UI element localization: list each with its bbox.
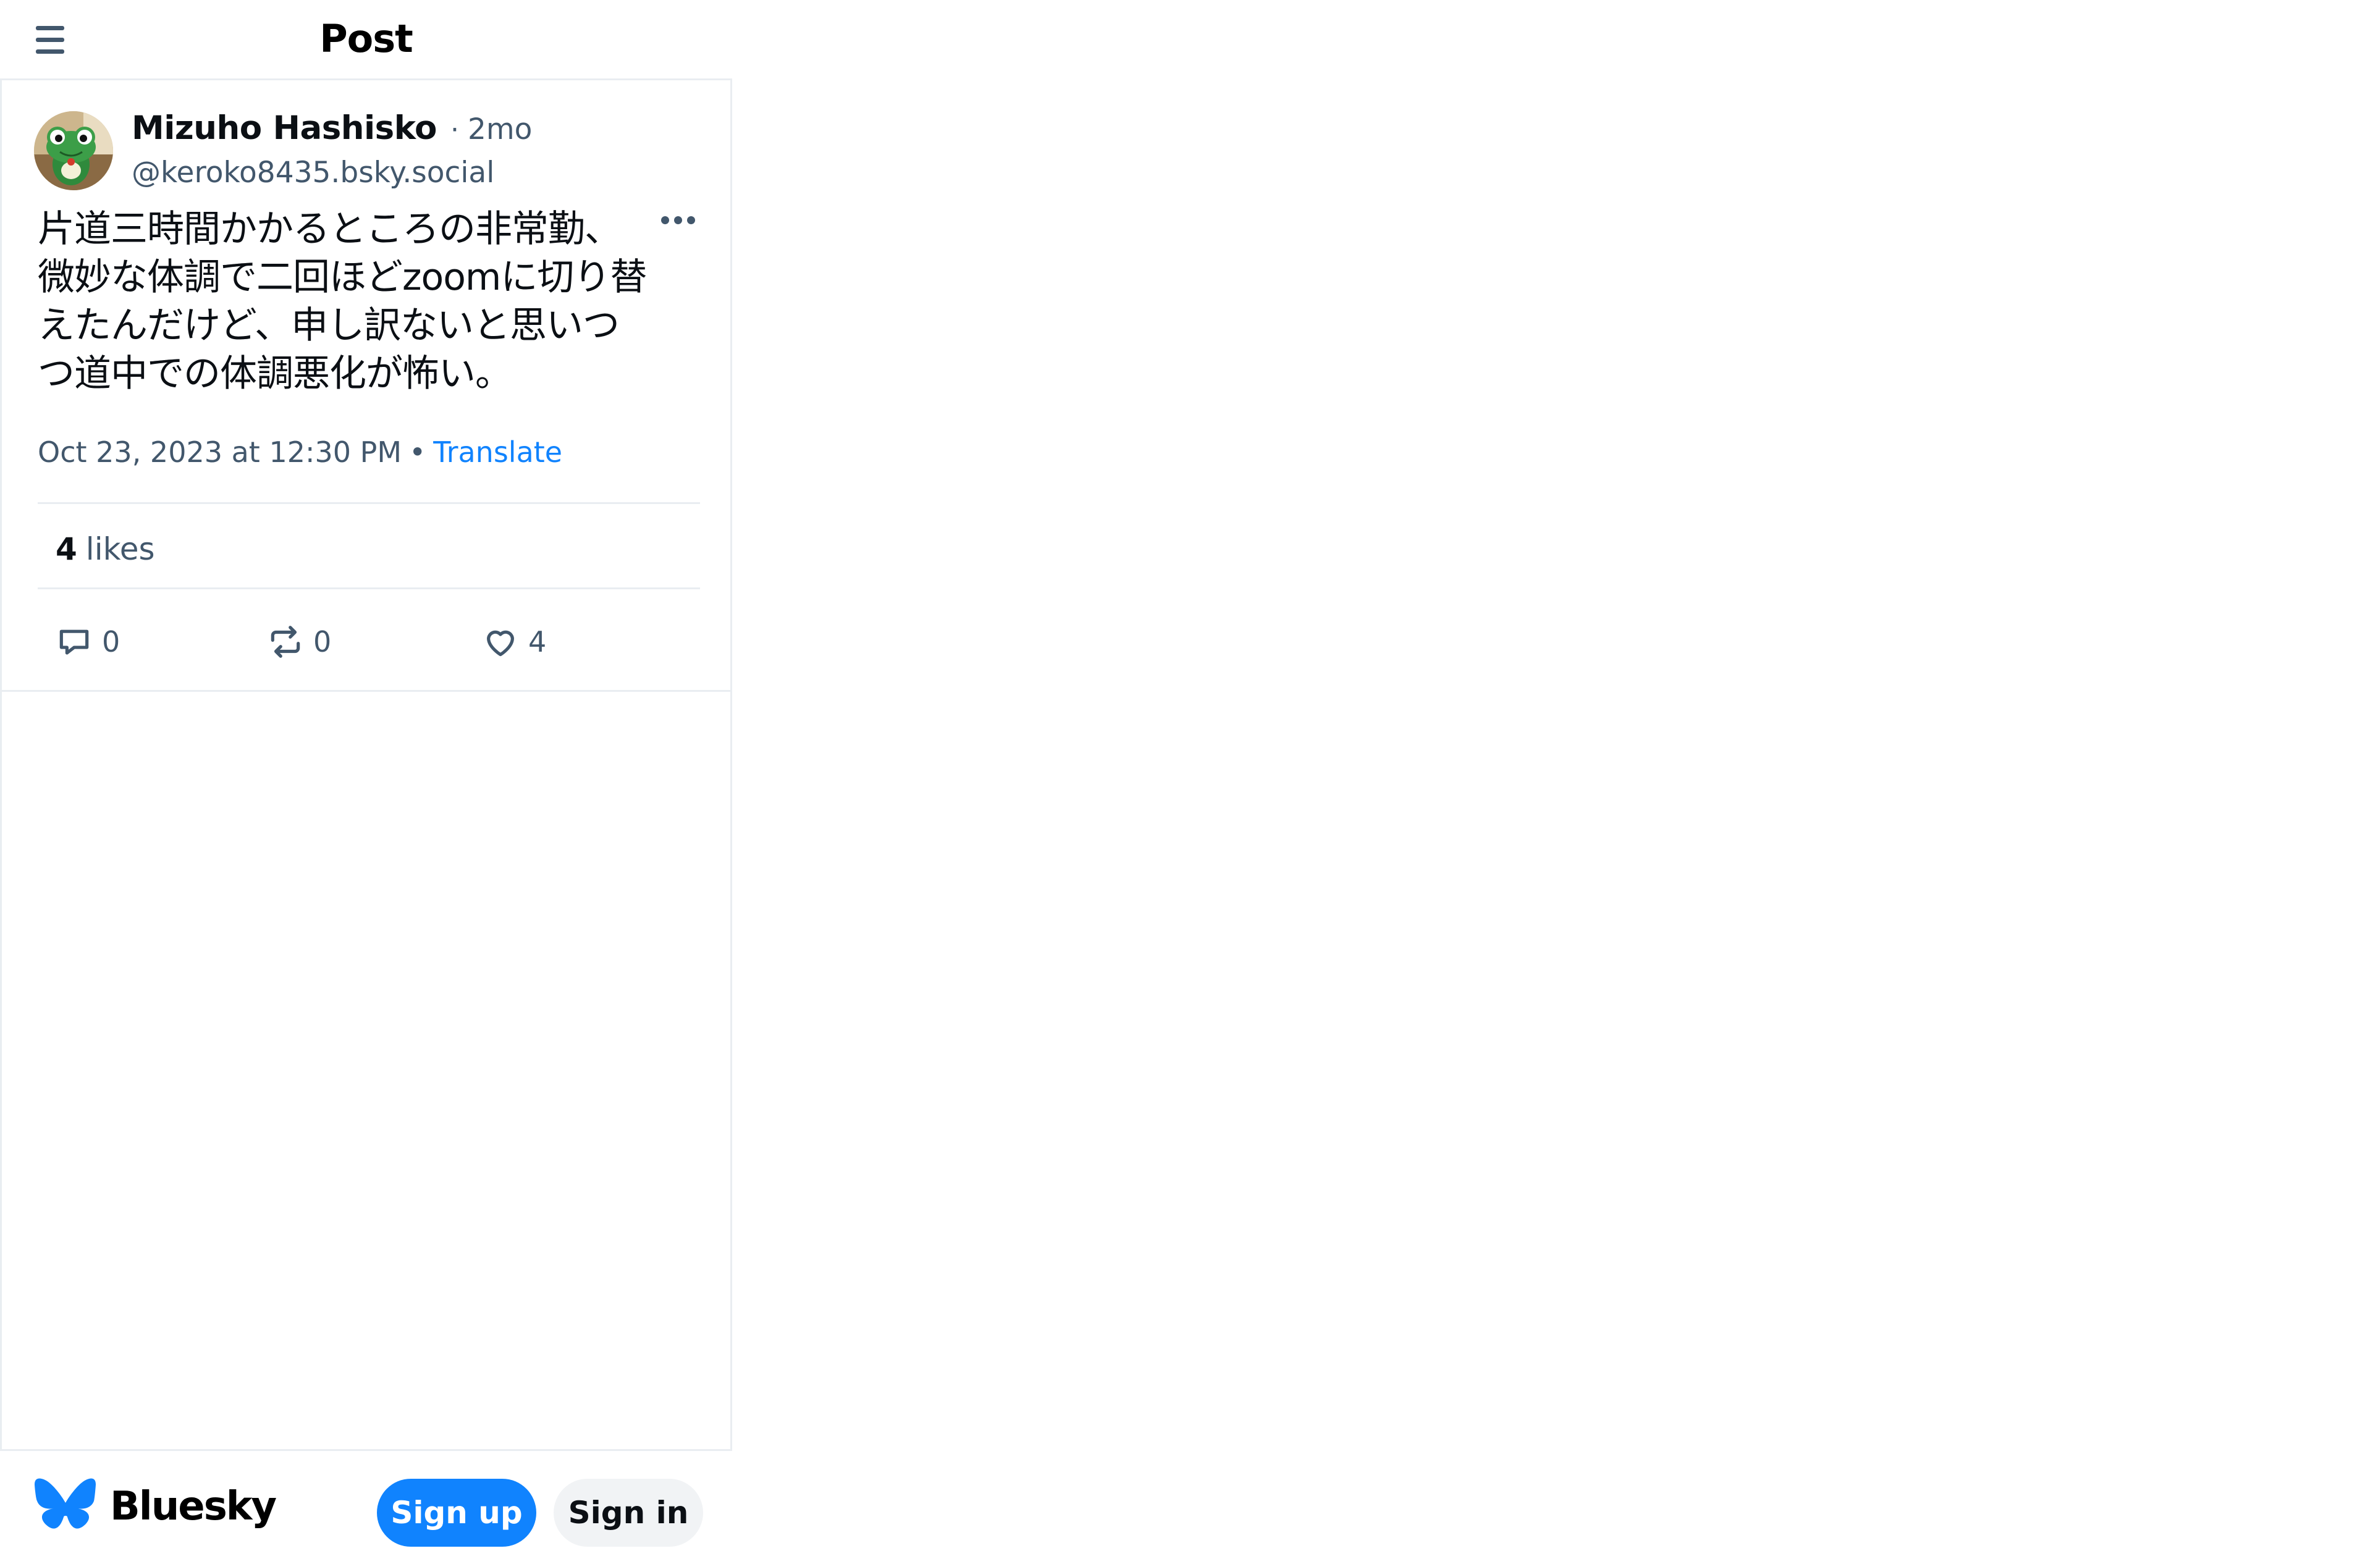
likes-summary[interactable]: 4 likes: [56, 531, 155, 567]
post-timestamp: Oct 23, 2023 at 12:30 PM: [38, 435, 402, 469]
app-window: Post Mizuho Hashisko · 2mo @keroko8435.b…: [0, 0, 2380, 1564]
author-line: Mizuho Hashisko · 2mo: [132, 109, 532, 147]
brand-name: Bluesky: [110, 1484, 277, 1529]
frog-avatar-icon: [34, 111, 113, 190]
post-text: 片道三時間かかるところの非常勤、 微妙な体調で二回ほどzoomに切り替 えたんだ…: [38, 208, 647, 395]
reply-button[interactable]: 0: [55, 620, 120, 663]
top-header: Post: [0, 0, 732, 78]
main-column: Mizuho Hashisko · 2mo @keroko8435.bsky.s…: [0, 78, 732, 1451]
reply-count: 0: [102, 625, 120, 658]
likes-label: likes: [85, 531, 155, 567]
sign-up-button[interactable]: Sign up: [377, 1479, 536, 1547]
divider: [38, 587, 700, 589]
meta-separator: ·: [450, 114, 459, 146]
like-button[interactable]: 4: [481, 620, 546, 663]
author-handle[interactable]: @keroko8435.bsky.social: [132, 156, 494, 190]
repost-button[interactable]: 0: [266, 620, 331, 663]
sign-in-button[interactable]: Sign in: [554, 1479, 703, 1547]
repost-count: 0: [313, 625, 332, 658]
author-display-name[interactable]: Mizuho Hashisko: [132, 109, 437, 147]
post-age[interactable]: 2mo: [468, 112, 532, 146]
post-thread-item: Mizuho Hashisko · 2mo @keroko8435.bsky.s…: [2, 80, 730, 692]
divider: [38, 502, 700, 504]
butterfly-icon: [35, 1478, 96, 1529]
bottom-bar: Bluesky Sign up Sign in: [0, 1451, 732, 1564]
page-title: Post: [319, 16, 413, 61]
likes-count: 4: [56, 531, 77, 567]
bluesky-logo[interactable]: Bluesky: [35, 1478, 277, 1535]
heart-icon: [487, 630, 514, 657]
like-count: 4: [528, 625, 547, 658]
translate-link[interactable]: Translate: [433, 435, 562, 469]
repost-icon: [271, 626, 300, 658]
meta-bullet: •: [409, 435, 426, 469]
post-meta-line: Oct 23, 2023 at 12:30 PM • Translate: [38, 435, 562, 469]
reply-icon: [59, 629, 89, 655]
avatar[interactable]: [34, 111, 113, 190]
